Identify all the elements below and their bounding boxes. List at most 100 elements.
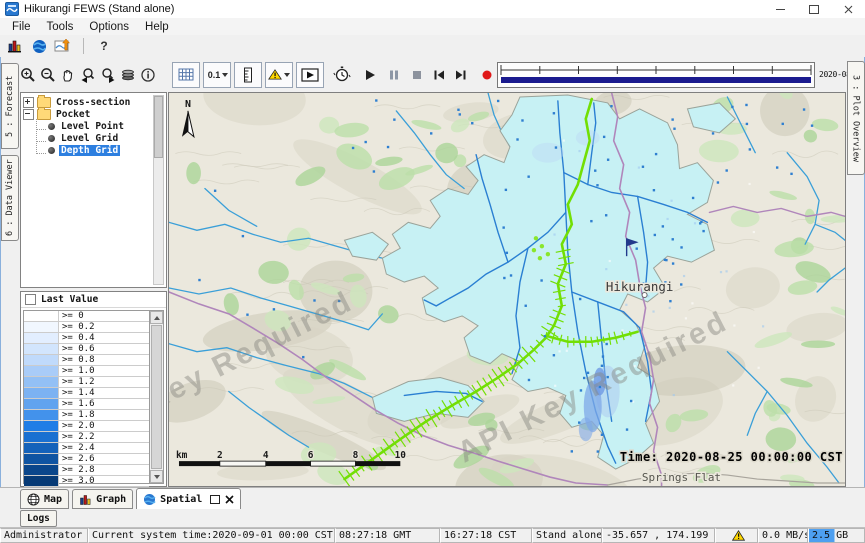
status-warning-cell[interactable] [715, 528, 758, 543]
timeline-slider[interactable] [497, 62, 815, 88]
map-time-label: Time: 2020-08-25 00:00:00 CST [620, 450, 843, 464]
legend-row: >= 1.8 [24, 410, 149, 421]
menu-tools[interactable]: Tools [39, 18, 82, 35]
tab-forecast[interactable]: 5 : Forecast [1, 63, 19, 149]
legend-scrollbar-thumb[interactable] [151, 325, 162, 469]
map-display-button[interactable] [29, 37, 49, 55]
last-value-checkbox[interactable] [25, 294, 36, 305]
legend-row: >= 1.2 [24, 377, 149, 388]
legend-row: >= 2.8 [24, 465, 149, 476]
pause-button[interactable] [387, 66, 401, 84]
maximize-button[interactable] [797, 0, 831, 18]
grid-icon [178, 68, 194, 81]
close-tab-icon[interactable] [225, 495, 234, 504]
zoom-out-button[interactable] [40, 66, 56, 84]
menu-file[interactable]: File [4, 18, 39, 35]
main-toolbar: ? [0, 35, 865, 57]
legend-row: >= 0.2 [24, 322, 149, 333]
scroll-down-button[interactable] [150, 470, 163, 483]
animation-export-button[interactable] [296, 62, 324, 88]
toolbar-separator [83, 38, 84, 54]
tree-item-depth-grid[interactable]: Depth Grid [23, 144, 164, 156]
ruler-button[interactable] [234, 62, 262, 88]
timeseries-dialog-button[interactable] [53, 37, 73, 55]
zoom-previous-button[interactable] [80, 66, 96, 84]
app-icon [5, 2, 19, 16]
last-frame-button[interactable] [454, 66, 468, 84]
legend-row-label: >= 0.6 [59, 344, 149, 354]
legend-color-swatch [24, 344, 59, 354]
play-button[interactable] [363, 66, 377, 84]
legend-row-label: >= 2.6 [59, 454, 149, 464]
menu-bar: File Tools Options Help [0, 18, 865, 36]
legend-row-label: >= 0.2 [59, 322, 149, 332]
collapse-icon[interactable] [23, 109, 34, 120]
zoom-in-button[interactable] [20, 66, 36, 84]
tree-scrollbar[interactable] [153, 95, 164, 285]
tree-scrollbar-thumb[interactable] [154, 96, 163, 158]
legend-color-swatch [24, 366, 59, 376]
scale-threshold-dropdown[interactable]: 0.1 [203, 62, 231, 88]
ruler-icon [243, 67, 253, 83]
zoom-next-icon [100, 67, 116, 83]
layers-button[interactable] [120, 66, 136, 84]
close-button[interactable] [831, 0, 865, 18]
minimize-button[interactable] [763, 0, 797, 18]
scale-unit-label: km [176, 450, 188, 461]
database-status-button[interactable] [5, 37, 25, 55]
tree-item-pocket[interactable]: Pocket [23, 108, 164, 120]
legend-row-label: >= 1.6 [59, 399, 149, 409]
tab-plot-overview[interactable]: 3 : Plot Overview [847, 61, 865, 175]
tree-connector [36, 143, 46, 154]
globe-icon [32, 39, 47, 54]
legend-row-label: >= 1.4 [59, 388, 149, 398]
menu-options[interactable]: Options [81, 18, 137, 35]
logs-row: Logs [0, 509, 865, 527]
timeline-selection-bar[interactable] [501, 77, 811, 83]
info-button[interactable] [140, 66, 156, 84]
filter-tree-panel: Cross-section Pocket Level Point Level G… [20, 92, 167, 288]
tab-map-label: Map [44, 494, 62, 505]
scale-tick-label: 8 [353, 450, 359, 461]
hand-icon [60, 67, 76, 83]
pan-button[interactable] [60, 66, 76, 84]
place-label: Springs Flat [642, 471, 721, 484]
status-gmt-time: 08:27:18 GMT [335, 528, 440, 543]
legend-row-label: >= 2.8 [59, 465, 149, 475]
tree-item-label-selected: Depth Grid [59, 145, 120, 156]
zoom-next-button[interactable] [100, 66, 116, 84]
record-button[interactable] [481, 66, 493, 84]
tree-item-label: Cross-section [54, 97, 132, 108]
legend-row: >= 2.6 [24, 454, 149, 465]
restore-panel-icon[interactable] [210, 495, 220, 504]
scroll-up-button[interactable] [150, 311, 163, 324]
legend-row-label: >= 1.0 [59, 366, 149, 376]
menu-help[interactable]: Help [137, 18, 177, 35]
bar-chart-icon [79, 493, 92, 506]
warning-icon [268, 67, 282, 82]
legend-color-swatch [24, 443, 59, 453]
right-tab-strip: 3 : Plot Overview [846, 57, 865, 491]
close-icon [844, 5, 853, 14]
node-dot-icon [48, 135, 55, 142]
first-frame-button[interactable] [432, 66, 446, 84]
tab-data-viewer[interactable]: 6 : Data Viewer [1, 155, 19, 241]
map-viewport[interactable]: API Key Required API Key Required Hikura… [168, 92, 846, 487]
tab-spatial-label: Spatial [160, 494, 202, 505]
help-button[interactable]: ? [90, 37, 118, 55]
warning-dropdown[interactable] [265, 62, 293, 88]
logs-button[interactable]: Logs [20, 510, 57, 527]
tab-spatial[interactable]: Spatial [136, 488, 241, 510]
tab-map[interactable]: Map [20, 489, 69, 509]
status-system-time: Current system time:2020-09-01 00:00 CST [88, 528, 335, 543]
expand-icon[interactable] [23, 97, 34, 108]
grid-display-button[interactable] [172, 62, 200, 88]
legend-color-swatch [24, 432, 59, 442]
tab-graph[interactable]: Graph [72, 489, 133, 509]
stop-button[interactable] [410, 66, 424, 84]
time-navigator-button[interactable] [333, 66, 351, 84]
chevron-down-icon [222, 73, 228, 77]
record-icon [481, 69, 493, 81]
legend-scrollbar[interactable] [149, 311, 163, 483]
movie-play-icon [301, 68, 319, 82]
